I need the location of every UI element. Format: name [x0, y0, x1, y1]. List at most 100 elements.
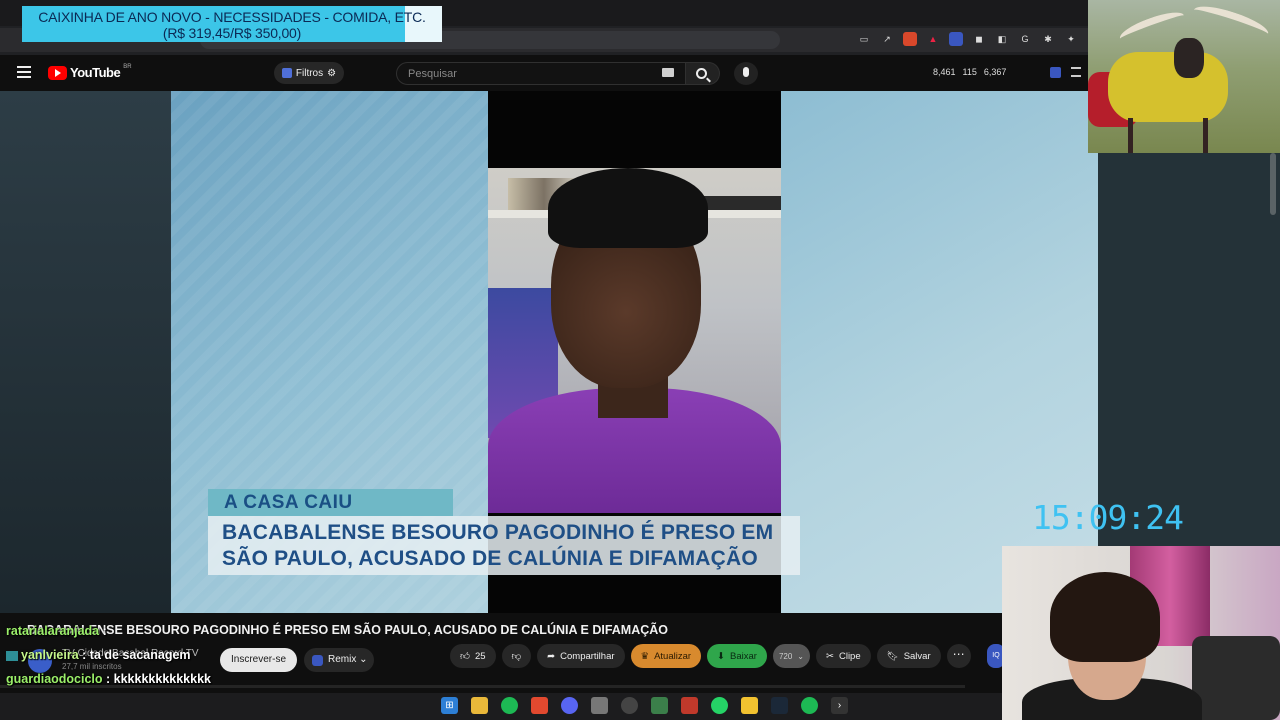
brave-shield-icon[interactable] — [903, 32, 917, 46]
bull-legs — [1128, 118, 1208, 153]
donation-title: CAIXINHA DE ANO NOVO - NECESSIDADES - CO… — [38, 9, 426, 25]
lower-third-tag: A CASA CAIU — [208, 489, 453, 516]
chat-username: ratarialaranjada — [6, 624, 100, 638]
resolution-select[interactable]: 720 ⌄ — [772, 644, 810, 668]
shield-app-icon[interactable] — [681, 697, 698, 714]
hamburger-menu-icon[interactable] — [17, 66, 31, 78]
brave-rewards-icon[interactable]: ▲ — [926, 32, 940, 46]
like-button[interactable]: 👍︎ 25 — [450, 644, 496, 668]
windows-start-icon[interactable]: ⊞ — [441, 697, 458, 714]
filters-extension-icon — [281, 68, 292, 78]
subscribe-button[interactable]: Inscrever-se — [220, 648, 297, 672]
whatsapp-icon[interactable] — [711, 697, 728, 714]
remix-icon — [312, 655, 323, 666]
stat-views: 8,461 — [933, 67, 956, 77]
more-actions-icon[interactable]: ⋯ — [946, 644, 971, 668]
bull-right-horn — [1190, 0, 1272, 44]
stream-clock: 15:09:24 — [1032, 498, 1184, 537]
search-input[interactable]: Pesquisar — [396, 62, 686, 85]
extension-3-icon[interactable]: ◧ — [995, 32, 1009, 46]
menu-icon[interactable] — [1071, 67, 1081, 77]
search-button[interactable] — [686, 62, 720, 85]
clip-button[interactable]: ✂ Clipe — [816, 644, 871, 668]
terminal-icon[interactable]: › — [831, 697, 848, 714]
google-icon[interactable]: G — [1018, 32, 1032, 46]
calculator-icon[interactable] — [591, 697, 608, 714]
share-icon[interactable]: ↗ — [880, 32, 894, 46]
update-label: Atualizar — [654, 650, 692, 662]
chat-text: kkkkkkkkkkkkkk — [113, 672, 211, 686]
photo-viewer-icon[interactable] — [651, 697, 668, 714]
streamer-hair — [1050, 572, 1160, 662]
streaming-tool-icon[interactable] — [741, 697, 758, 714]
hair — [548, 168, 708, 248]
chat-text: ta de sacanagem — [89, 648, 191, 662]
sliders-icon: ⚙ — [327, 67, 337, 79]
extension-5-icon[interactable]: ✱ — [1041, 32, 1055, 46]
youtube-region: BR — [123, 63, 132, 70]
youtube-logo[interactable]: YouTube BR — [48, 63, 132, 80]
bull-head — [1174, 38, 1204, 78]
spotify-icon[interactable] — [501, 697, 518, 714]
man-speaking-image — [488, 168, 781, 513]
extension-2-icon[interactable]: ◼ — [972, 32, 986, 46]
screen-cast-icon[interactable]: ▭ — [857, 32, 871, 46]
video-title: BACABALENSE BESOURO PAGODINHO É PRESO EM… — [27, 623, 669, 637]
news-lower-third: A CASA CAIU BACABALENSE BESOURO PAGODINH… — [208, 489, 800, 577]
gaming-chair — [1192, 636, 1280, 720]
windows-taskbar: ⊞ › — [0, 693, 1002, 720]
obs-icon[interactable] — [621, 697, 638, 714]
chat-username: guardiaodociclo — [6, 672, 103, 686]
remix-label: Remix — [328, 654, 357, 665]
screen: ‹ › ▭ ↗ ▲ ◼ ◧ G ✱ ✦ CAIXINHA DE ANO NOVO… — [0, 0, 1280, 720]
discord-icon[interactable] — [561, 697, 578, 714]
donation-amount: (R$ 319,45/R$ 350,00) — [162, 25, 302, 41]
share-button[interactable]: ➦ Compartilhar — [537, 644, 625, 668]
share-label: Compartilhar — [560, 650, 615, 662]
scissors-icon: ✂ — [826, 650, 834, 662]
extension-icon[interactable] — [1050, 67, 1061, 78]
video-frame[interactable]: A CASA CAIU BACABALENSE BESOURO PAGODINH… — [171, 91, 1098, 613]
extension-1-icon[interactable] — [949, 32, 963, 46]
filters-button[interactable]: Filtros ⚙ — [274, 62, 344, 84]
extension-6-icon[interactable]: ✦ — [1064, 32, 1078, 46]
thumbs-down-icon: 👎︎ — [511, 651, 522, 662]
brave-browser-icon[interactable] — [531, 697, 548, 714]
ambient-right — [1098, 91, 1280, 546]
youtube-logo-text: YouTube — [70, 65, 121, 80]
like-count: 25 — [474, 650, 486, 662]
save-label: Salvar — [903, 650, 931, 662]
action-buttons: 👍︎ 25 👎︎ ➦ Compartilhar ♛ Atualizar ⬇ Baixar… — [450, 644, 971, 668]
streamer-webcam — [1002, 546, 1280, 720]
video-player[interactable]: A CASA CAIU BACABALENSE BESOURO PAGODINH… — [0, 91, 1098, 613]
youtube-header: YouTube BR Filtros ⚙ Pesquisar 8,461 115… — [0, 55, 1088, 91]
header-right-icons — [1050, 67, 1081, 78]
clip-label: Clipe — [838, 650, 861, 662]
keyboard-icon[interactable] — [662, 68, 674, 77]
spotify-icon[interactable] — [801, 697, 818, 714]
update-button[interactable]: ♛ Atualizar — [630, 644, 702, 668]
stat-likes: 115 — [962, 67, 977, 77]
chat-message: ratarialaranjada : — [6, 624, 107, 638]
chat-message: yanlvieira : ta de sacanagem — [6, 648, 191, 672]
lower-third-headline: BACABALENSE BESOURO PAGODINHO É PRESO EM… — [208, 516, 800, 575]
stat-other: 6,367 — [983, 67, 1007, 77]
filters-label: Filtros — [295, 67, 324, 79]
bookmark-icon: 🔖︎ — [886, 650, 899, 662]
dislike-button[interactable]: 👎︎ — [501, 644, 532, 668]
extension-stats: 8,461 115 6,367 — [933, 67, 1006, 77]
bull-webcam-overlay — [1088, 0, 1280, 153]
bull-left-horn — [1116, 6, 1188, 48]
page-scrollbar[interactable] — [1270, 153, 1276, 215]
file-explorer-icon[interactable] — [471, 697, 488, 714]
download-button[interactable]: ⬇ Baixar — [707, 644, 767, 668]
thumbs-up-icon: 👍︎ — [460, 651, 470, 662]
resolution-value: 720 — [778, 651, 793, 661]
bull-yellow-cloth — [1108, 52, 1228, 122]
remix-button[interactable]: Remix ⌄ — [304, 648, 374, 672]
voice-search-button[interactable] — [734, 62, 758, 85]
extension-icons: ▭ ↗ ▲ ◼ ◧ G ✱ ✦ — [857, 32, 1078, 46]
steam-icon[interactable] — [771, 697, 788, 714]
save-button[interactable]: 🔖︎ Salvar — [876, 644, 941, 668]
headline-line-1: BACABALENSE BESOURO PAGODINHO É PRESO EM — [222, 521, 774, 544]
